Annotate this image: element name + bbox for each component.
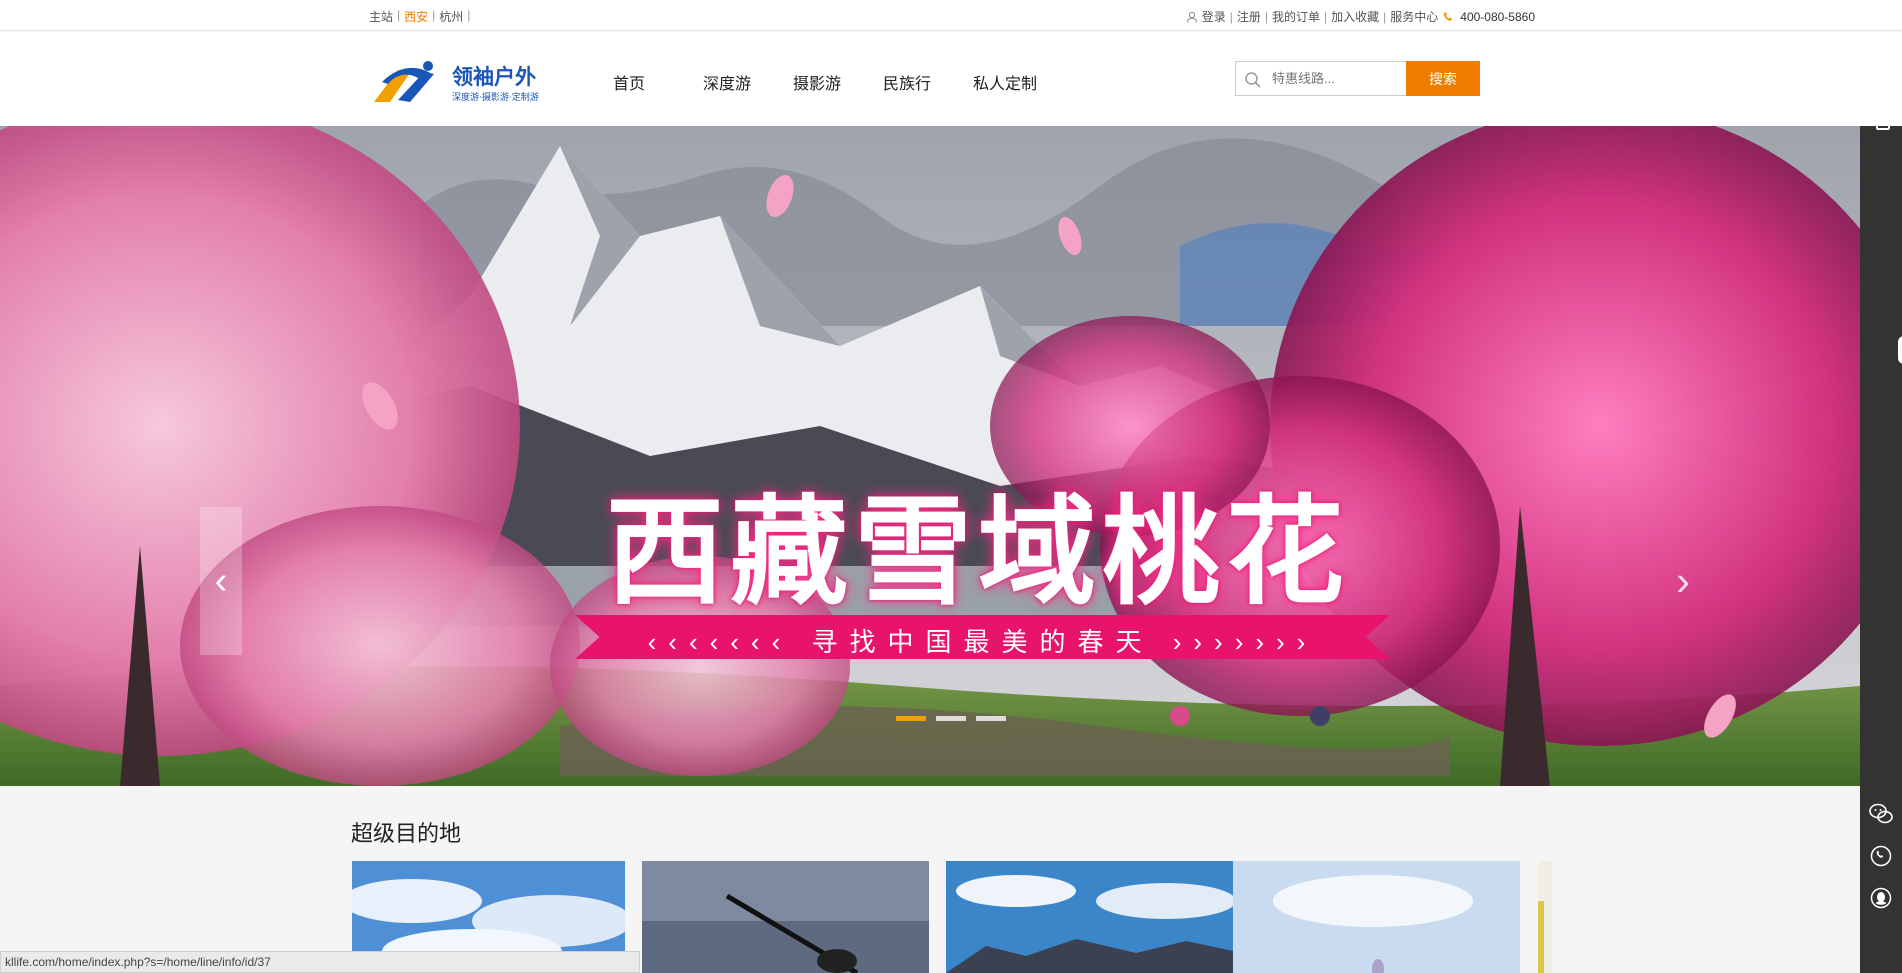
phone-call-icon[interactable] [1869,844,1893,868]
city-link-hangzhou[interactable]: 杭州 [439,8,463,25]
header: 领袖户外 深度游·摄影游·定制游 首页 深度游 摄影游 民族行 私人定制 搜索 [0,32,1902,126]
search-icon [1245,72,1261,88]
banner-pagination [896,716,1006,721]
sidebar-handle[interactable] [1898,336,1902,364]
destination-card[interactable] [642,861,929,973]
banner-dot[interactable] [936,716,966,721]
browser-status-bar: kllife.com/home/index.php?s=/home/line/i… [0,951,640,973]
search-button[interactable]: 搜索 [1406,61,1480,96]
banner-subtitle: ‹‹‹‹‹‹‹ 寻找中国最美的春天 ››››››› [575,622,1390,659]
separator: | [467,8,471,22]
register-link[interactable]: 注册 [1237,8,1261,25]
section-title: 超级目的地 [351,821,462,846]
destination-card[interactable] [1233,861,1520,973]
separator: | [1229,9,1233,24]
card-image [642,861,929,973]
right-sidebar [1860,116,1902,973]
user-icon [1186,11,1197,23]
wechat-icon[interactable] [1869,802,1893,826]
separator: | [397,8,401,22]
separator: | [1383,9,1387,24]
qq-icon[interactable] [1869,886,1893,910]
user-links: 登录 | 注册 | 我的订单 | 加入收藏 | 服务中心 400-080-586… [1186,8,1535,25]
banner-dot[interactable] [896,716,926,721]
city-link-main[interactable]: 主站 [369,8,393,25]
ribbon-chevrons-right: ››››››› [1172,627,1318,657]
main-nav: 首页 深度游 摄影游 民族行 私人定制 [613,70,1063,94]
logo-mark: 领袖户外 深度游·摄影游·定制游 [374,61,539,103]
nav-photo-tour[interactable]: 摄影游 [793,70,883,94]
card-image [1538,861,1552,973]
logo-slogan: 深度游·摄影游·定制游 [452,91,539,103]
my-orders-link[interactable]: 我的订单 [1272,8,1320,25]
nav-ethnic-tour[interactable]: 民族行 [883,70,973,94]
banner-dot[interactable] [976,716,1006,721]
city-link-xian[interactable]: 西安 [404,8,428,25]
separator: | [1264,9,1268,24]
nav-deep-tour[interactable]: 深度游 [703,70,793,94]
site-logo[interactable]: 领袖户外 深度游·摄影游·定制游 [368,52,550,108]
destination-card[interactable] [946,861,1233,973]
separator: | [432,8,436,22]
login-link[interactable]: 登录 [1202,8,1226,25]
city-switcher: 主站 | 西安 | 杭州 | [369,8,470,25]
ribbon-chevrons-left: ‹‹‹‹‹‹‹ [647,627,793,657]
card-image [1233,861,1520,973]
logo-text: 领袖户外 [452,65,536,89]
search-bar: 搜索 [1235,61,1480,96]
nav-private-custom[interactable]: 私人定制 [973,70,1063,94]
nav-home[interactable]: 首页 [613,70,703,94]
banner-next-arrow[interactable]: › [1662,551,1704,611]
top-icon[interactable] [1876,116,1890,130]
destination-card[interactable] [1538,861,1552,973]
phone-icon [1443,11,1452,21]
service-phone: 400-080-5860 [1460,9,1535,24]
top-bar: 主站 | 西安 | 杭州 | 登录 | 注册 | 我的订单 | 加入收藏 | 服… [0,0,1902,31]
banner-subtitle-text: 寻找中国最美的春天 [811,627,1154,657]
search-input[interactable] [1272,62,1402,95]
add-favorite-link[interactable]: 加入收藏 [1331,8,1379,25]
banner-prev-arrow[interactable]: ‹ [200,507,242,655]
service-center-link[interactable]: 服务中心 [1390,8,1438,25]
hero-banner[interactable]: 西藏雪域桃花 ‹‹‹‹‹‹‹ 寻找中国最美的春天 ››››››› ‹ › [0,126,1860,786]
search-box [1235,61,1406,96]
separator: | [1323,9,1328,24]
banner-title: 西藏雪域桃花 [605,483,1350,621]
card-image [946,861,1233,973]
